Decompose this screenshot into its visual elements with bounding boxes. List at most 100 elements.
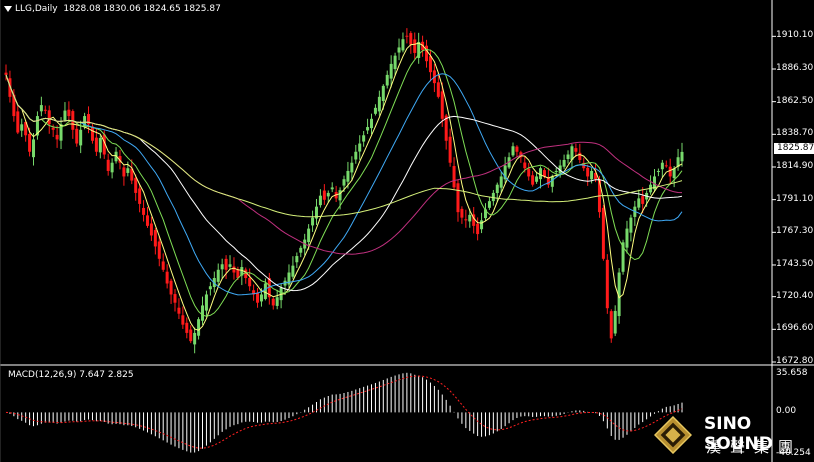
- sino-sound-logo: SINO SOUND 漢聲集團: [650, 414, 810, 460]
- price-tick-label: 1862.50: [776, 95, 814, 106]
- ohlc-values: 1828.08 1830.06 1824.65 1825.87: [63, 4, 221, 14]
- candle-body: [370, 118, 374, 129]
- current-price-tag: 1825.87: [774, 143, 814, 154]
- candle-body: [169, 280, 173, 295]
- price-tick-label: 1791.10: [776, 193, 814, 204]
- candle-body: [574, 148, 578, 152]
- candle-body: [554, 170, 558, 172]
- candle-body: [515, 146, 519, 152]
- candle-body: [377, 96, 381, 112]
- candle-body: [204, 294, 208, 311]
- candle-body: [641, 196, 645, 204]
- candle-body: [165, 271, 169, 284]
- candle-body: [248, 277, 252, 287]
- candle-body: [656, 170, 660, 172]
- candle-body: [527, 168, 531, 177]
- candle-body: [291, 265, 295, 277]
- candle-body: [487, 201, 491, 208]
- logo-diamond-icon: [654, 416, 692, 454]
- candle-body: [366, 127, 370, 131]
- macd-header: MACD(12,26,9) 7.647 2.825: [8, 370, 134, 380]
- candle-body: [428, 56, 432, 73]
- candle-body: [145, 215, 149, 226]
- candle-body: [531, 175, 535, 185]
- candle-body: [609, 311, 613, 339]
- candle-body: [55, 134, 59, 140]
- candle-body: [259, 294, 263, 302]
- candle-body: [299, 247, 303, 253]
- candle-body: [637, 198, 641, 208]
- candle-body: [75, 128, 79, 144]
- candle-body: [122, 167, 126, 177]
- candle-body: [256, 292, 260, 303]
- candle-body: [629, 217, 633, 233]
- candle-body: [468, 214, 472, 222]
- candle-body: [220, 264, 224, 270]
- candle-body: [385, 74, 389, 86]
- candle-body: [495, 184, 499, 194]
- candle-body: [448, 136, 452, 163]
- candle-body: [63, 110, 67, 121]
- candle-body: [586, 167, 590, 177]
- candle-body: [110, 162, 114, 173]
- price-tick-label: 1910.10: [776, 30, 814, 41]
- price-tick-label: 1743.50: [776, 258, 814, 269]
- candle-body: [362, 135, 366, 142]
- candle-body: [342, 179, 346, 186]
- candle-body: [452, 166, 456, 188]
- candle-body: [425, 45, 429, 62]
- candle-body: [680, 151, 684, 162]
- candle-body: [562, 159, 566, 167]
- candle-body: [440, 91, 444, 119]
- candle-body: [43, 109, 47, 111]
- candle-body: [193, 332, 197, 345]
- candle-body: [499, 176, 503, 188]
- candle-body: [578, 152, 582, 160]
- candle-body: [79, 129, 83, 146]
- candle-body: [511, 146, 515, 156]
- chart-window[interactable]: LLG,Daily 1828.08 1830.06 1824.65 1825.8…: [0, 0, 814, 462]
- candle-body: [464, 219, 468, 221]
- candle-body: [381, 85, 385, 102]
- candle-body: [590, 170, 594, 180]
- candle-body: [668, 166, 672, 177]
- candle-body: [181, 315, 185, 325]
- candle-body: [189, 329, 193, 342]
- candle-body: [32, 139, 36, 158]
- price-tick-label: 1886.30: [776, 62, 814, 73]
- candle-body: [275, 297, 279, 306]
- symbol-label: LLG,Daily: [15, 4, 58, 14]
- candle-body: [126, 168, 130, 173]
- candle-body: [436, 82, 440, 97]
- candle-body: [405, 35, 409, 37]
- candle-body: [389, 63, 393, 79]
- candle-body: [326, 192, 330, 197]
- candle-body: [47, 110, 51, 125]
- candle-body: [94, 137, 98, 152]
- candle-body: [90, 126, 94, 141]
- candle-body: [173, 294, 177, 303]
- candle-body: [134, 177, 138, 193]
- candle-body: [224, 258, 228, 270]
- candle-body: [373, 107, 377, 114]
- price-tick-label: 1814.90: [776, 160, 814, 171]
- candle-body: [566, 154, 570, 160]
- price-tick-label: 1696.60: [776, 323, 814, 334]
- candle-body: [456, 183, 460, 213]
- candle-body: [311, 217, 315, 226]
- candle-body: [350, 162, 354, 173]
- price-tick-label: 1672.80: [776, 356, 814, 366]
- candle-body: [138, 188, 142, 204]
- dropdown-triangle-icon[interactable]: [4, 5, 12, 12]
- chart-canvas[interactable]: [0, 0, 814, 462]
- candle-body: [660, 162, 664, 170]
- candle-body: [358, 143, 362, 152]
- candle-body: [177, 307, 181, 314]
- candle-body: [39, 105, 43, 112]
- macd-tick-label: 35.658: [776, 368, 808, 378]
- candle-body: [161, 261, 165, 270]
- candle-body: [601, 207, 605, 259]
- price-tick-label: 1767.30: [776, 226, 814, 237]
- candle-body: [413, 39, 417, 53]
- candle-body: [51, 127, 55, 130]
